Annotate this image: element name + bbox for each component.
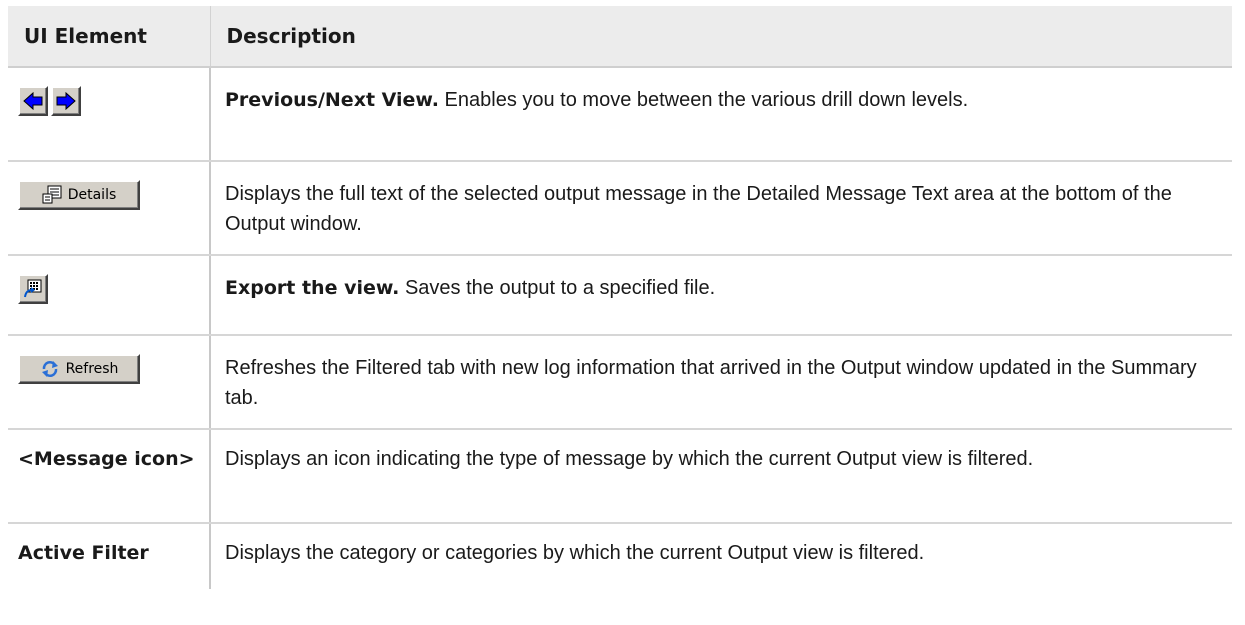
row-description: Enables you to move between the various … (438, 89, 969, 111)
column-header-description: Description (210, 6, 1232, 68)
ui-element-cell (8, 255, 211, 336)
left-arrow-icon (23, 92, 43, 110)
row-description: Refreshes the Filtered tab with new log … (225, 357, 1197, 409)
table-row: Details Displays the full text of the se… (8, 161, 1232, 256)
previous-view-button[interactable] (18, 86, 48, 116)
ui-element-label: <Message icon> (18, 448, 195, 470)
ui-element-cell: Refresh (8, 335, 211, 430)
description-cell: Export the view. Saves the output to a s… (210, 255, 1232, 336)
row-title: Previous/Next View. (225, 89, 439, 111)
description-cell: Previous/Next View. Enables you to move … (210, 67, 1232, 162)
details-icon (42, 185, 62, 204)
refresh-button[interactable]: Refresh (18, 354, 140, 384)
table-header-row: UI Element Description (8, 6, 1232, 68)
ui-element-cell: Active Filter (8, 523, 211, 589)
ui-element-cell: <Message icon> (8, 429, 211, 524)
ui-element-label: Active Filter (18, 542, 149, 564)
export-view-button[interactable] (18, 274, 48, 304)
row-title: Export the view. (225, 277, 400, 299)
description-cell: Displays an icon indicating the type of … (210, 429, 1232, 524)
details-button-label: Details (67, 187, 117, 203)
table-row: Refresh Refreshes the Filtered tab with … (8, 335, 1232, 430)
column-header-ui-element: UI Element (8, 6, 211, 68)
right-arrow-icon (56, 92, 76, 110)
next-view-button[interactable] (51, 86, 81, 116)
table-row: Active Filter Displays the category or c… (8, 523, 1232, 589)
ui-element-cell: Details (8, 161, 211, 256)
table-row: Export the view. Saves the output to a s… (8, 255, 1232, 336)
export-icon (24, 279, 42, 298)
table-row: Previous/Next View. Enables you to move … (8, 67, 1232, 162)
ui-elements-table: UI Element Description Previous/Next Vie… (8, 6, 1232, 589)
refresh-button-label: Refresh (65, 361, 119, 377)
table-row: <Message icon> Displays an icon indicati… (8, 429, 1232, 524)
row-description: Displays the full text of the selected o… (225, 183, 1172, 235)
row-description: Displays an icon indicating the type of … (225, 448, 1034, 470)
description-cell: Refreshes the Filtered tab with new log … (210, 335, 1232, 430)
row-description: Saves the output to a specified file. (399, 277, 716, 299)
details-button[interactable]: Details (18, 180, 140, 210)
refresh-icon (41, 361, 58, 377)
description-cell: Displays the full text of the selected o… (210, 161, 1232, 256)
row-description: Displays the category or categories by w… (225, 542, 925, 564)
ui-element-cell (8, 67, 211, 162)
description-cell: Displays the category or categories by w… (210, 523, 1232, 589)
